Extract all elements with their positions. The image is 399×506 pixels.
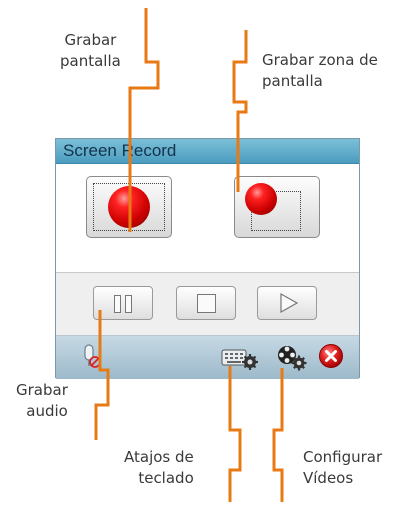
play-icon [280, 293, 298, 313]
callout-line-1: Grabar zona de [262, 51, 378, 69]
window-title: Screen Record [63, 141, 177, 160]
record-icon [108, 186, 150, 228]
record-icon [245, 183, 277, 215]
keyboard-gear-icon[interactable] [221, 346, 259, 370]
screen-record-window: Screen Record [55, 138, 360, 379]
callout-grabar-pantalla: Grabar pantalla [60, 30, 121, 72]
callout-line-1: Grabar [16, 381, 68, 399]
title-bar[interactable]: Screen Record [56, 139, 359, 164]
pause-button[interactable] [93, 286, 153, 320]
callout-configurar-videos: Configurar Vídeos [303, 447, 382, 489]
close-icon[interactable] [318, 343, 344, 369]
play-button[interactable] [257, 286, 317, 320]
pause-icon [114, 295, 121, 313]
callout-line-1: Atajos de [124, 448, 194, 466]
connector-configurar [272, 368, 284, 502]
callout-grabar-audio: Grabar audio [16, 380, 68, 422]
callout-line-2: audio [26, 402, 68, 420]
microphone-muted-icon[interactable] [80, 344, 104, 370]
callout-line-2: pantalla [262, 72, 323, 90]
callout-line-2: pantalla [60, 52, 121, 70]
callout-grabar-zona: Grabar zona de pantalla [262, 50, 378, 92]
playback-controls [56, 273, 359, 336]
callout-line-1: Configurar [303, 448, 383, 466]
status-bar [56, 336, 359, 379]
film-reel-gear-icon[interactable] [276, 344, 308, 372]
record-mode-panel [56, 164, 359, 273]
stop-button[interactable] [176, 286, 236, 320]
pause-icon-bar [125, 295, 132, 313]
connector-atajos [228, 366, 242, 502]
record-full-screen-button[interactable] [86, 176, 172, 238]
callout-line-2: Vídeos [303, 469, 354, 487]
callout-line-1: Grabar [64, 31, 117, 49]
stop-icon [197, 294, 216, 313]
callout-line-2: teclado [138, 469, 194, 487]
record-screen-zone-button[interactable] [234, 176, 320, 238]
callout-atajos-teclado: Atajos de teclado [124, 447, 194, 489]
